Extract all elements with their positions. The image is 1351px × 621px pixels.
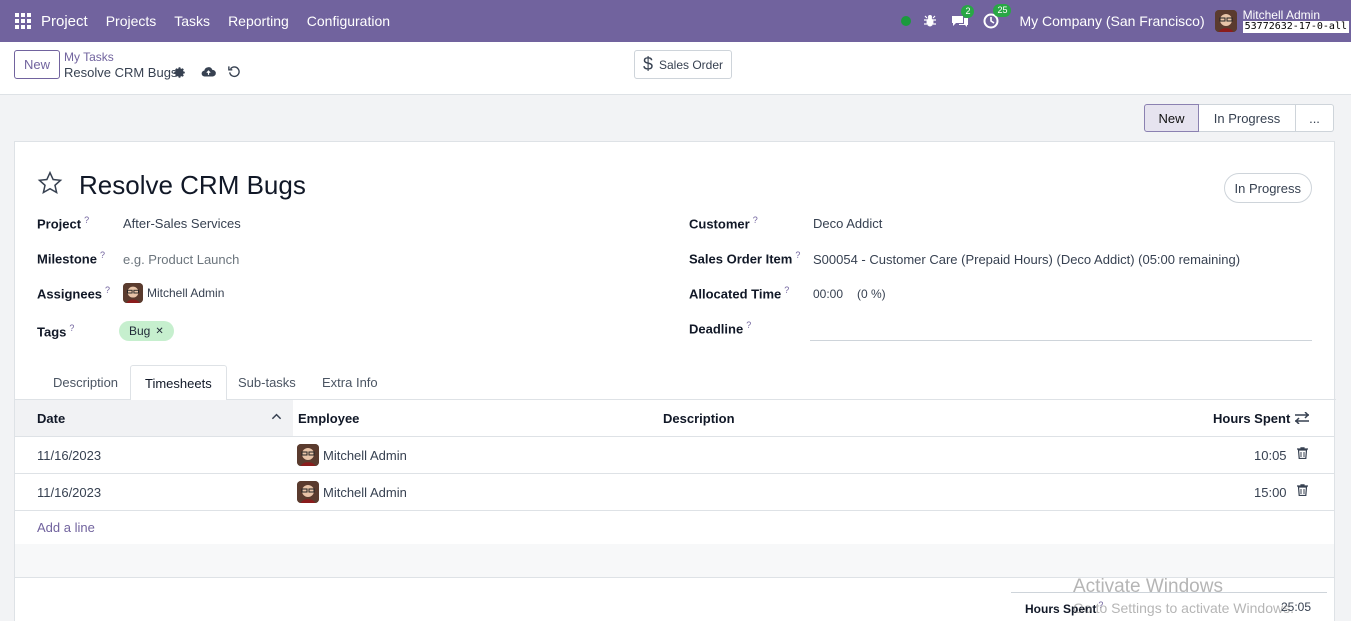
col-description[interactable]: Description [663, 411, 735, 426]
stage-in-progress-label: In Progress [1213, 110, 1281, 126]
menu-reporting[interactable]: Reporting [228, 13, 289, 29]
breadcrumb-my-tasks[interactable]: My Tasks [64, 50, 114, 64]
menu-tasks[interactable]: Tasks [174, 13, 210, 29]
allocated-percent: (0 %) [857, 287, 886, 301]
discard-undo-icon[interactable] [228, 65, 240, 81]
col-hours-spent[interactable]: Hours Spent [1213, 411, 1290, 426]
milestone-field[interactable]: e.g. Product Launch [123, 252, 239, 267]
assignee-avatar [123, 283, 143, 303]
deadline-field[interactable] [810, 340, 1312, 341]
stage-in-progress[interactable]: In Progress [1199, 104, 1296, 132]
stage-more-label: ... [1309, 110, 1320, 126]
presence-status-icon [901, 16, 912, 26]
row-date: 11/16/2023 [37, 448, 102, 463]
tab-extra-info[interactable]: Extra Info [322, 365, 378, 400]
menu-projects[interactable]: Projects [106, 13, 157, 29]
stage-statusbar: New In Progress ... [1144, 104, 1334, 132]
milestone-label: Milestone? [37, 250, 105, 267]
chat-count-badge: 2 [961, 5, 975, 18]
project-field[interactable]: After-Sales Services [123, 216, 241, 231]
breadcrumb-current: Resolve CRM Bugs [64, 65, 178, 80]
stage-new-label: New [1158, 110, 1185, 126]
activity-count-badge: 25 [993, 4, 1012, 17]
row-hours: 10:05 [1254, 448, 1287, 463]
assignees-field[interactable]: Mitchell Admin [123, 283, 224, 303]
table-row[interactable]: 11/16/2023 Mitchell Admin 10:05 [15, 437, 1334, 474]
apps-menu-icon[interactable] [15, 13, 31, 29]
timesheet-table-header: Date Employee Description Hours Spent [15, 400, 1334, 437]
sales-order-item-label: Sales Order Item? [689, 250, 801, 267]
assignee-name: Mitchell Admin [147, 286, 225, 300]
project-label: Project? [37, 215, 90, 232]
activate-windows-hint: Go to Settings to activate Windows. [1073, 600, 1294, 616]
database-name: 53772632-17-0-all [1242, 21, 1349, 33]
allocated-time-field[interactable]: 00:00 [813, 287, 843, 301]
assignees-label: Assignees? [37, 285, 111, 302]
save-cloud-icon[interactable] [201, 65, 216, 81]
stage-new[interactable]: New [1144, 104, 1199, 132]
sort-ascending-icon[interactable] [271, 410, 282, 425]
employee-name: Mitchell Admin [323, 447, 407, 463]
company-switcher[interactable]: My Company (San Francisco) [1019, 13, 1204, 29]
user-menu[interactable]: Mitchell Admin 53772632-17-0-all [1242, 8, 1349, 33]
table-row[interactable]: 11/16/2023 Mitchell Admin 15:00 [15, 474, 1334, 511]
row-hours: 15:00 [1254, 485, 1287, 500]
tags-label: Tags? [37, 323, 75, 340]
new-button[interactable]: New [14, 50, 60, 79]
debug-bug-icon[interactable] [923, 14, 937, 28]
deadline-label: Deadline? [689, 320, 752, 337]
notebook-tabs: Description Timesheets Sub-tasks Extra I… [15, 365, 1336, 401]
tag-remove-icon[interactable]: ✕ [155, 326, 163, 337]
delete-row-trash-icon[interactable] [1297, 484, 1308, 499]
app-brand[interactable]: Project [41, 13, 88, 30]
tag-bug-label: Bug [129, 324, 151, 338]
tab-sub-tasks[interactable]: Sub-tasks [238, 365, 296, 400]
table-footer [15, 544, 1334, 578]
customer-label: Customer? [689, 215, 758, 232]
user-avatar[interactable] [1214, 10, 1237, 32]
optional-columns-icon[interactable] [1294, 411, 1310, 427]
top-navbar: Project Projects Tasks Reporting Configu… [0, 0, 1351, 42]
col-employee[interactable]: Employee [298, 411, 359, 426]
tab-timesheets[interactable]: Timesheets [130, 365, 227, 401]
stage-more[interactable]: ... [1296, 104, 1334, 132]
employee-avatar [297, 481, 319, 503]
delete-row-trash-icon[interactable] [1297, 447, 1308, 462]
task-title[interactable]: Resolve CRM Bugs [79, 170, 306, 201]
sales-order-label: Sales Order [658, 57, 724, 72]
col-date[interactable]: Date [37, 411, 65, 426]
menu-configuration[interactable]: Configuration [307, 13, 390, 29]
customer-field[interactable]: Deco Addict [813, 216, 882, 231]
user-name: Mitchell Admin [1242, 8, 1321, 22]
gear-icon[interactable] [173, 66, 186, 82]
priority-star-icon[interactable] [37, 170, 63, 199]
sales-order-smart-button[interactable]: $ Sales Order [634, 50, 732, 79]
sales-order-item-field[interactable]: S00054 - Customer Care (Prepaid Hours) (… [813, 252, 1240, 267]
activate-windows-watermark: Activate Windows [1073, 576, 1223, 597]
row-date: 11/16/2023 [37, 485, 102, 500]
chat-icon[interactable]: 2 [951, 5, 975, 28]
employee-avatar [297, 444, 319, 466]
tab-description[interactable]: Description [53, 365, 118, 400]
activity-clock-icon[interactable]: 25 [983, 4, 1012, 29]
row-employee: Mitchell Admin [297, 481, 407, 503]
employee-name: Mitchell Admin [323, 484, 407, 500]
kanban-state-pill[interactable]: In Progress [1223, 173, 1312, 203]
form-sheet: Resolve CRM Bugs In Progress Project? Af… [14, 141, 1336, 621]
add-a-line-link[interactable]: Add a line [37, 520, 95, 535]
allocated-time-label: Allocated Time? [689, 285, 790, 302]
dollar-icon: $ [642, 54, 653, 74]
row-employee: Mitchell Admin [297, 444, 407, 466]
control-panel: New My Tasks Resolve CRM Bugs $ Sales Or… [0, 42, 1351, 95]
tag-bug[interactable]: Bug ✕ [119, 321, 174, 341]
